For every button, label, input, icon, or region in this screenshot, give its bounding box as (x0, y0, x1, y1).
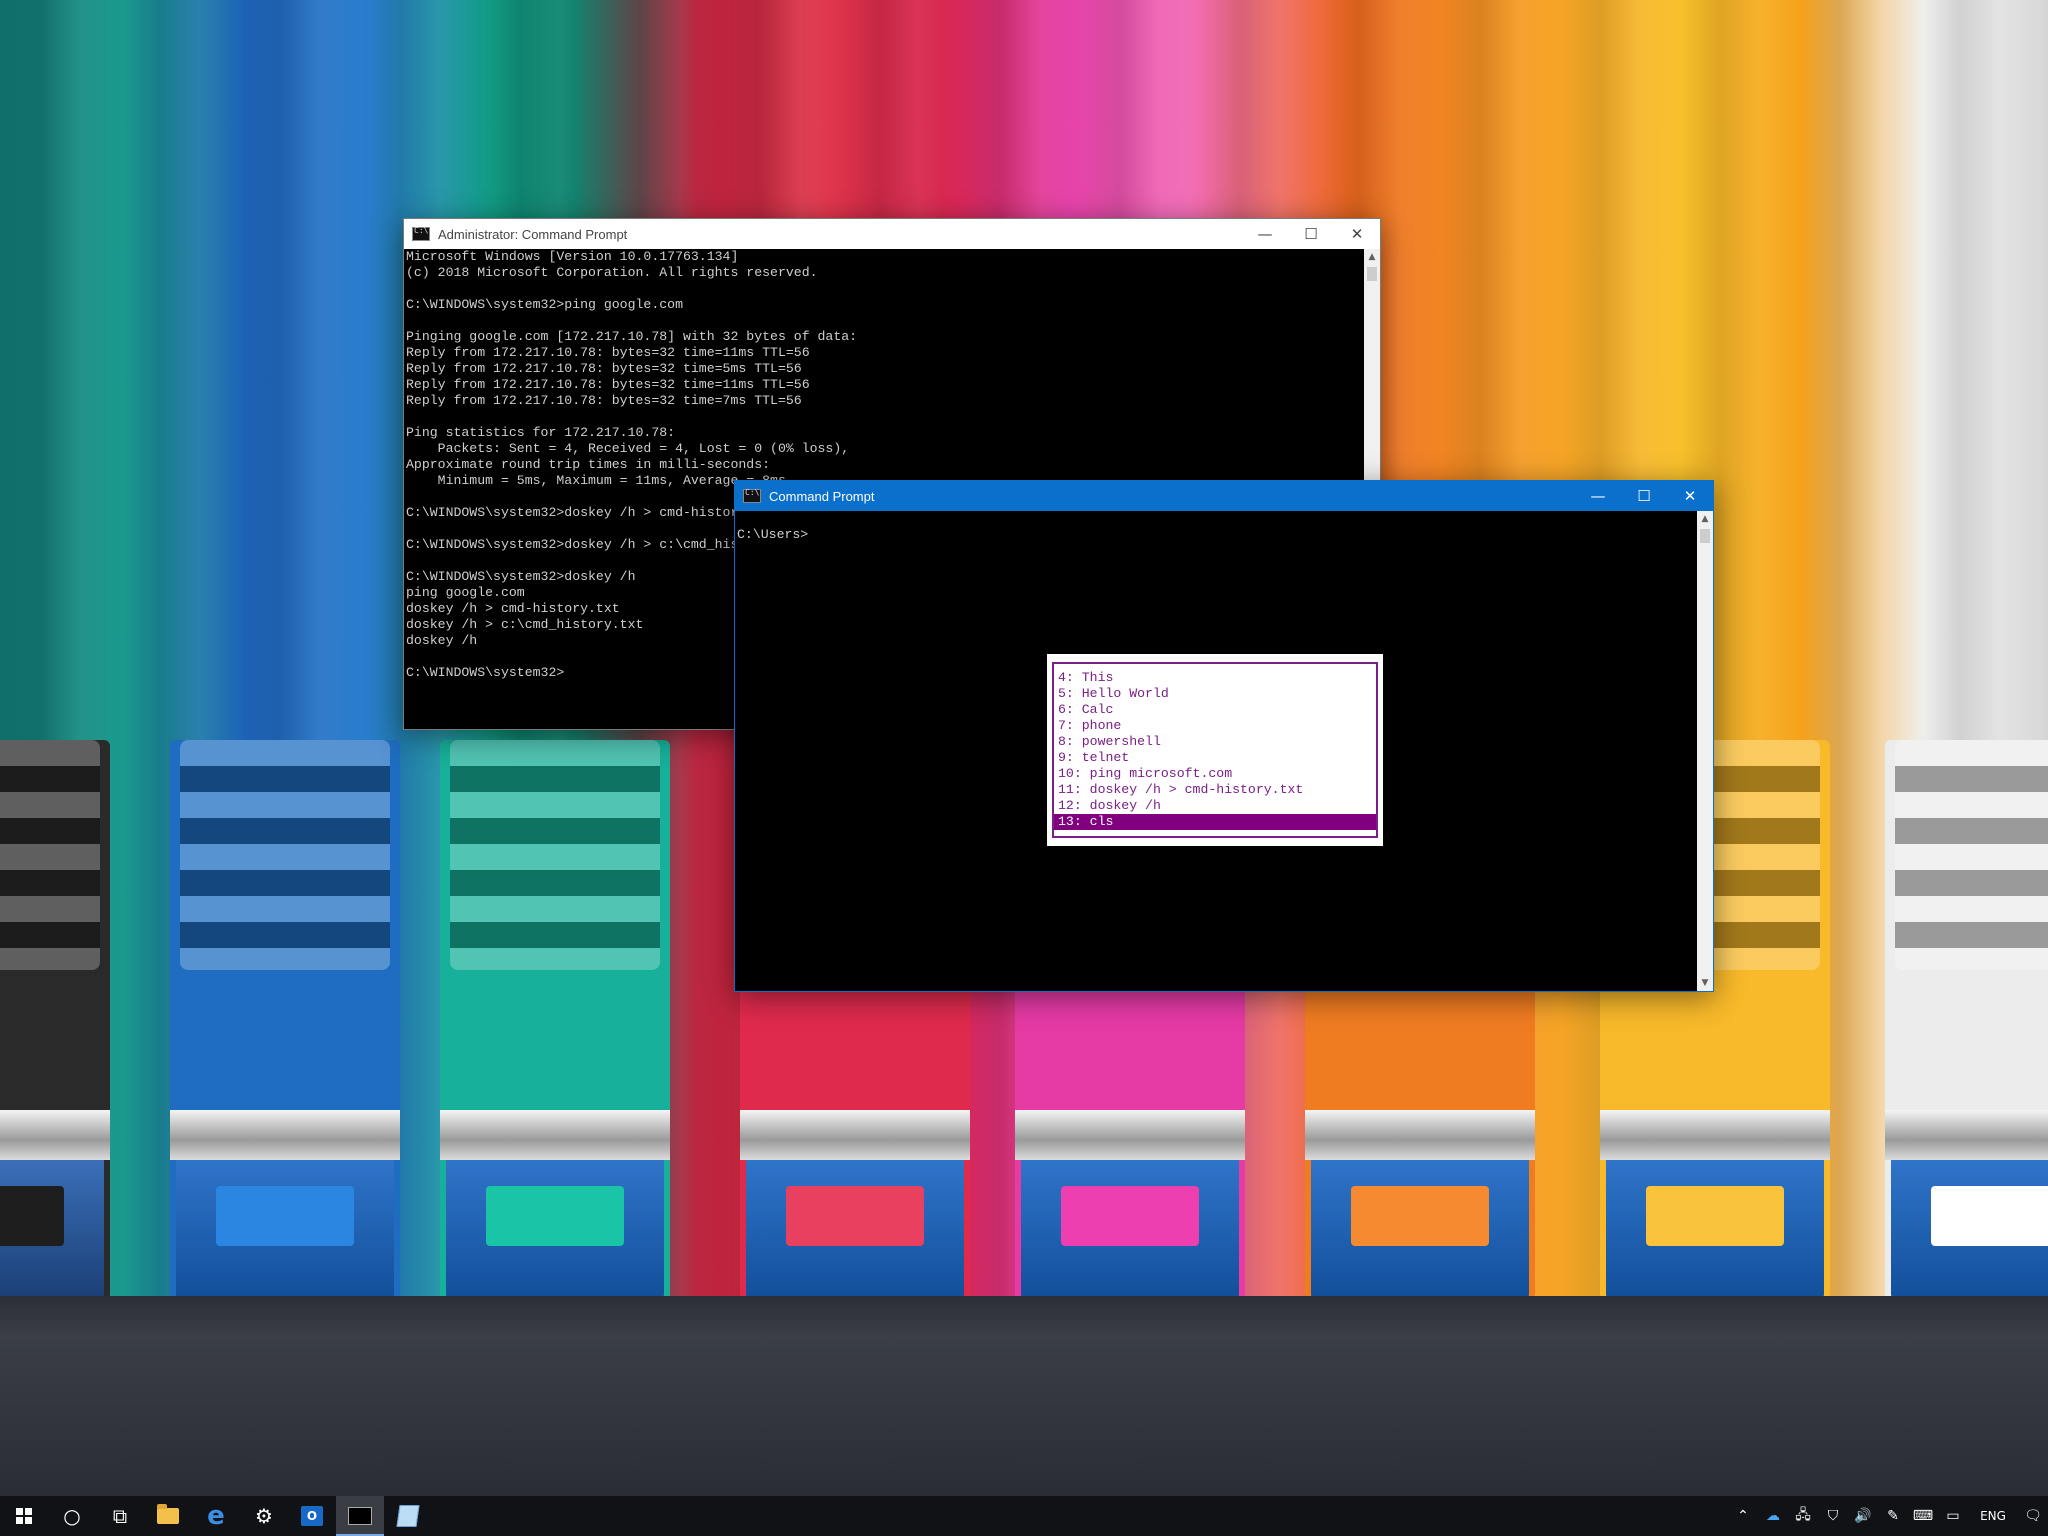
volume-icon[interactable]: 🔊 (1848, 1496, 1878, 1536)
windows-logo-icon (16, 1508, 32, 1524)
wallpaper-floor (0, 1296, 2048, 1496)
edge-icon: e (207, 1501, 225, 1531)
chevron-up-icon[interactable]: ⌃ (1728, 1496, 1758, 1536)
scroll-thumb[interactable] (1700, 529, 1710, 543)
cmd-icon (743, 489, 761, 503)
minimize-button[interactable]: — (1242, 219, 1288, 249)
history-item[interactable]: 4: This (1054, 670, 1376, 686)
action-center-icon[interactable]: 🗨 (2018, 1496, 2048, 1536)
maximize-button[interactable]: ☐ (1288, 219, 1334, 249)
gear-icon: ⚙ (255, 1504, 273, 1528)
file-explorer-button[interactable] (144, 1496, 192, 1536)
cmd-icon (412, 227, 430, 241)
console-line: Packets: Sent = 4, Received = 4, Lost = … (406, 441, 1362, 457)
console-line (406, 281, 1362, 297)
notepad-button[interactable] (384, 1496, 432, 1536)
console-line: Pinging google.com [172.217.10.78] with … (406, 329, 1362, 345)
start-button[interactable] (0, 1496, 48, 1536)
history-item[interactable]: 11: doskey /h > cmd-history.txt (1054, 782, 1376, 798)
language-indicator[interactable]: ENG (1968, 1496, 2018, 1536)
outlook-icon: O (301, 1506, 323, 1526)
scroll-up-arrow-icon[interactable]: ▲ (1697, 511, 1713, 527)
outlook-button[interactable]: O (288, 1496, 336, 1536)
system-tray: ⌃ ☁ 🖧 ⛉ 🔊 ✎ ⌨ ▭ ENG 🗨 (1728, 1496, 2048, 1536)
history-item[interactable]: 12: doskey /h (1054, 798, 1376, 814)
scroll-thumb[interactable] (1367, 267, 1377, 281)
console-line (737, 511, 1695, 527)
history-item[interactable]: 13: cls (1054, 814, 1376, 830)
cable-connector-black (0, 740, 110, 1300)
history-item[interactable]: 10: ping microsoft.com (1054, 766, 1376, 782)
console-line: Reply from 172.217.10.78: bytes=32 time=… (406, 393, 1362, 409)
console-line: Approximate round trip times in milli-se… (406, 457, 1362, 473)
folder-icon (157, 1508, 179, 1524)
console-line: C:\WINDOWS\system32>ping google.com (406, 297, 1362, 313)
notepad-icon (396, 1505, 419, 1527)
history-item[interactable]: 8: powershell (1054, 734, 1376, 750)
task-view-icon: ⧉ (113, 1504, 127, 1528)
console-line (406, 409, 1362, 425)
close-button[interactable]: ✕ (1334, 219, 1380, 249)
main-window-title: Command Prompt (769, 489, 1575, 504)
console-line: Reply from 172.217.10.78: bytes=32 time=… (406, 377, 1362, 393)
maximize-button[interactable]: ☐ (1621, 481, 1667, 511)
settings-button[interactable]: ⚙ (240, 1496, 288, 1536)
console-line: Reply from 172.217.10.78: bytes=32 time=… (406, 361, 1362, 377)
cortana-circle-icon: ○ (63, 1504, 80, 1528)
tablet-icon[interactable]: ▭ (1938, 1496, 1968, 1536)
onedrive-icon[interactable]: ☁ (1758, 1496, 1788, 1536)
command-prompt-button[interactable] (336, 1496, 384, 1536)
admin-window-titlebar[interactable]: Administrator: Command Prompt — ☐ ✕ (404, 219, 1380, 249)
admin-window-title: Administrator: Command Prompt (438, 227, 1242, 242)
network-icon[interactable]: 🖧 (1788, 1496, 1818, 1536)
history-item[interactable]: 6: Calc (1054, 702, 1376, 718)
command-history-popup[interactable]: 4: This5: Hello World6: Calc7: phone8: p… (1047, 654, 1383, 846)
history-item[interactable]: 5: Hello World (1054, 686, 1376, 702)
scroll-down-arrow-icon[interactable]: ▼ (1697, 975, 1713, 991)
console-line: C:\Users> (737, 527, 1695, 543)
command-history-list[interactable]: 4: This5: Hello World6: Calc7: phone8: p… (1052, 662, 1378, 838)
pen-icon[interactable]: ✎ (1878, 1496, 1908, 1536)
cable-connector-teal (440, 740, 670, 1300)
close-button[interactable]: ✕ (1667, 481, 1713, 511)
history-item[interactable]: 7: phone (1054, 718, 1376, 734)
cable-connector-blue (170, 740, 400, 1300)
console-line: (c) 2018 Microsoft Corporation. All righ… (406, 265, 1362, 281)
console-line: Microsoft Windows [Version 10.0.17763.13… (406, 249, 1362, 265)
security-icon[interactable]: ⛉ (1818, 1496, 1848, 1536)
cable-connector-white (1885, 740, 2048, 1300)
scroll-up-arrow-icon[interactable]: ▲ (1364, 249, 1380, 265)
keyboard-icon[interactable]: ⌨ (1908, 1496, 1938, 1536)
cmd-icon (348, 1507, 372, 1525)
edge-button[interactable]: e (192, 1496, 240, 1536)
minimize-button[interactable]: — (1575, 481, 1621, 511)
search-button[interactable]: ○ (48, 1496, 96, 1536)
task-view-button[interactable]: ⧉ (96, 1496, 144, 1536)
main-window-titlebar[interactable]: Command Prompt — ☐ ✕ (735, 481, 1713, 511)
taskbar: ○ ⧉ e ⚙ O ⌃ ☁ 🖧 ⛉ 🔊 ✎ ⌨ ▭ ENG 🗨 (0, 1496, 2048, 1536)
console-line (406, 313, 1362, 329)
history-item[interactable]: 9: telnet (1054, 750, 1376, 766)
main-scrollbar[interactable]: ▲ ▼ (1697, 511, 1713, 991)
console-line: Ping statistics for 172.217.10.78: (406, 425, 1362, 441)
console-line: Reply from 172.217.10.78: bytes=32 time=… (406, 345, 1362, 361)
